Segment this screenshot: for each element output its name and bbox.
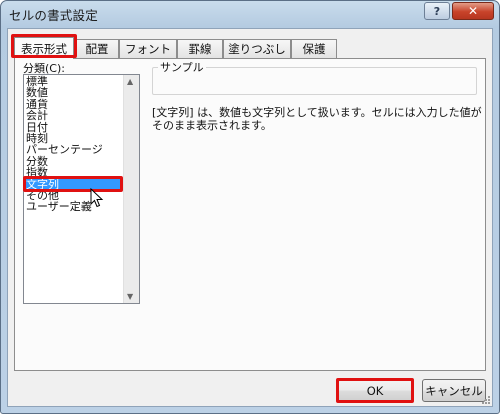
highlight-box-ok: [336, 378, 414, 403]
highlight-box-tab: [11, 34, 77, 58]
list-item[interactable]: 会計: [25, 110, 123, 122]
category-scrollbar[interactable]: ▲ ▼: [123, 75, 139, 303]
cancel-button-label: キャンセル: [425, 383, 483, 398]
format-cells-dialog: セルの書式設定 ? ✕ 表示形式 配置 フォント 罫線 塗りつぶし 保護 分類(…: [0, 0, 500, 414]
tab-protection[interactable]: 保護: [291, 39, 337, 58]
list-item[interactable]: ユーザー定義: [25, 201, 123, 213]
category-items: 標準 数値 通貨 会計 日付 時刻 パーセンテージ 分数 指数 文字列 その他 …: [25, 76, 123, 213]
format-description: [文字列] は、数値も文字列として扱います。セルには入力した値がそのまま表示され…: [152, 106, 482, 132]
tab-label: 配置: [85, 42, 109, 56]
dialog-body: 表示形式 配置 フォント 罫線 塗りつぶし 保護 分類(C): 標準 数値 通貨…: [7, 28, 493, 407]
tab-alignment[interactable]: 配置: [75, 39, 119, 58]
tab-label: 罫線: [188, 42, 212, 56]
help-icon: ?: [433, 4, 441, 18]
tab-label: 保護: [302, 42, 326, 56]
scroll-up-arrow-icon[interactable]: ▲: [127, 77, 133, 86]
scroll-down-arrow-icon[interactable]: ▼: [127, 292, 133, 301]
sample-group: サンプル: [152, 59, 477, 95]
dialog-title: セルの書式設定: [9, 8, 98, 23]
close-icon: ✕: [467, 4, 479, 18]
number-format-panel: 分類(C): 標準 数値 通貨 会計 日付 時刻 パーセンテージ 分数 指数 文…: [14, 58, 486, 371]
cancel-button[interactable]: キャンセル: [422, 379, 486, 402]
title-bar[interactable]: セルの書式設定 ? ✕: [1, 1, 499, 27]
tab-label: フォント: [125, 42, 171, 56]
help-button[interactable]: ?: [424, 2, 450, 20]
highlight-box-category: [23, 176, 123, 192]
mouse-pointer-icon: [90, 188, 104, 208]
tab-fill[interactable]: 塗りつぶし: [223, 39, 291, 58]
tab-font[interactable]: フォント: [119, 39, 177, 58]
tab-border[interactable]: 罫線: [177, 39, 223, 58]
close-button[interactable]: ✕: [452, 2, 494, 20]
resize-grip-icon[interactable]: [481, 395, 491, 405]
sample-label: サンプル: [158, 59, 206, 75]
tab-label: 塗りつぶし: [228, 42, 286, 56]
